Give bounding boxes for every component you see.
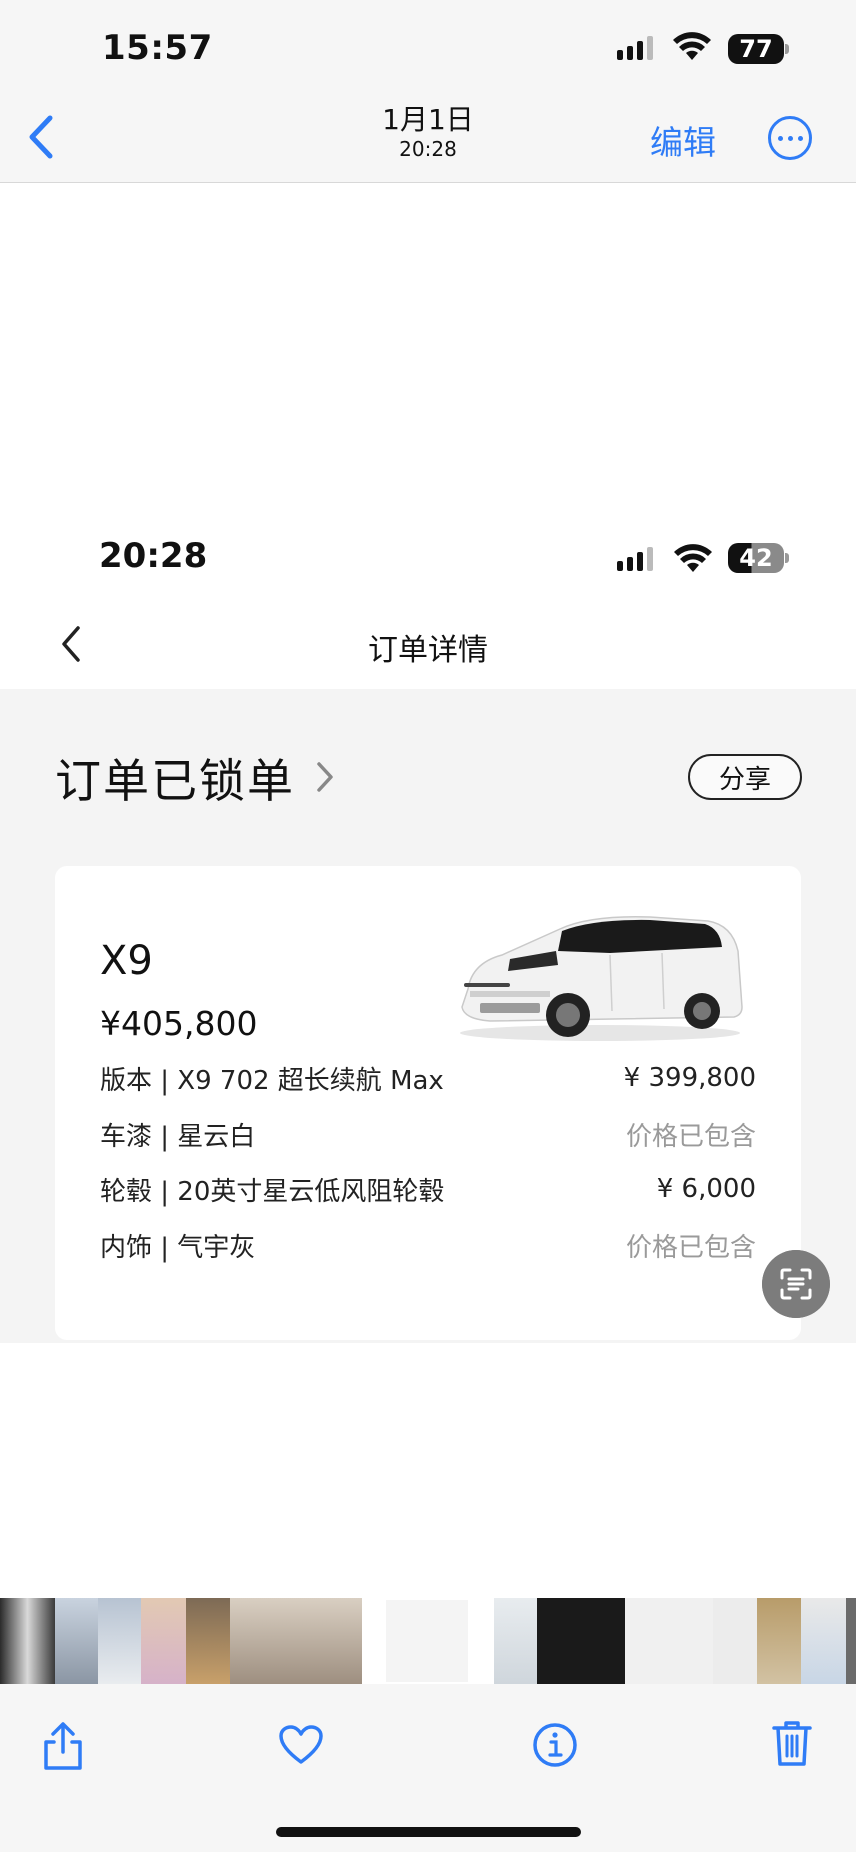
screenshot-status-time: 20:28 — [99, 536, 208, 576]
order-status-heading[interactable]: 订单已锁单 — [55, 745, 295, 811]
status-time: 15:57 — [102, 28, 213, 68]
spec-row-wheels: 轮毂 | 20英寸星云低风阻轮毂 ¥ 6,000 — [100, 1169, 756, 1209]
back-chevron-icon[interactable] — [22, 112, 58, 162]
car-model-name: X9 — [100, 938, 153, 984]
screenshot-battery-icon: 42 — [728, 543, 784, 573]
photo-time: 20:28 — [399, 137, 457, 161]
spec-label: 版本 | X9 702 超长续航 Max — [100, 1065, 444, 1096]
battery-tip — [785, 44, 789, 54]
thumbnail[interactable] — [537, 1598, 581, 1684]
photo-thumbnail-strip[interactable] — [0, 1598, 856, 1684]
info-icon[interactable] — [532, 1722, 578, 1768]
battery-icon: 77 — [728, 34, 784, 64]
photos-top-bar: 15:57 77 1月1日 20:28 编辑 — [0, 0, 856, 183]
spec-label: 车漆 | 星云白 — [100, 1121, 256, 1152]
chevron-right-icon[interactable] — [314, 760, 336, 794]
screenshot-wifi-icon — [674, 544, 712, 572]
spec-label: 内饰 | 气宇灰 — [100, 1232, 256, 1263]
thumbnail[interactable] — [757, 1598, 801, 1684]
thumbnail-current[interactable] — [384, 1598, 470, 1684]
car-total-price: ¥405,800 — [100, 1004, 258, 1043]
order-card: X9 ¥405,800 版本 | X9 702 超长续航 Max ¥ 399,8… — [55, 866, 801, 1340]
thumbnail[interactable] — [186, 1598, 230, 1684]
thumbnail[interactable] — [141, 1598, 186, 1684]
heart-icon[interactable] — [278, 1724, 324, 1766]
thumbnail[interactable] — [318, 1598, 362, 1684]
spec-value: ¥ 399,800 — [623, 1063, 756, 1093]
share-button[interactable]: 分享 — [688, 754, 802, 800]
thumbnail[interactable] — [669, 1598, 713, 1684]
thumbnail[interactable] — [625, 1598, 669, 1684]
photo-date: 1月1日 — [382, 103, 474, 136]
signal-icon — [617, 36, 653, 60]
spec-value: ¥ 6,000 — [656, 1174, 756, 1204]
thumbnail[interactable] — [55, 1598, 98, 1684]
spec-row-version: 版本 | X9 702 超长续航 Max ¥ 399,800 — [100, 1058, 756, 1098]
photo-date-title: 1月1日 20:28 — [328, 103, 528, 161]
thumbnail[interactable] — [581, 1598, 625, 1684]
spec-row-paint: 车漆 | 星云白 价格已包含 — [100, 1114, 756, 1154]
thumbnail[interactable] — [0, 1598, 55, 1684]
thumbnail[interactable] — [846, 1598, 856, 1684]
screenshot-battery-tip — [785, 553, 789, 563]
battery-level: 77 — [739, 35, 773, 63]
screenshot-battery-level: 42 — [739, 544, 773, 572]
wifi-icon — [673, 32, 711, 60]
thumbnail[interactable] — [98, 1598, 141, 1684]
order-detail-title: 订单详情 — [368, 633, 488, 668]
thumbnail[interactable] — [713, 1598, 757, 1684]
edit-button[interactable]: 编辑 — [650, 116, 716, 164]
screenshot-signal-icon — [617, 547, 653, 571]
thumbnail[interactable] — [230, 1598, 274, 1684]
text-scan-icon[interactable] — [762, 1250, 830, 1318]
screenshot-back-chevron-icon[interactable] — [56, 622, 86, 666]
thumbnail[interactable] — [274, 1598, 318, 1684]
trash-icon[interactable] — [770, 1718, 814, 1768]
more-icon[interactable] — [768, 116, 812, 160]
thumbnail[interactable] — [801, 1598, 846, 1684]
spec-value: 价格已包含 — [625, 1121, 756, 1152]
share-icon[interactable] — [40, 1720, 86, 1772]
spec-label: 轮毂 | 20英寸星云低风阻轮毂 — [100, 1176, 445, 1207]
home-indicator[interactable] — [276, 1827, 581, 1837]
thumbnail[interactable] — [494, 1598, 537, 1684]
spec-value: 价格已包含 — [625, 1232, 756, 1263]
car-image — [460, 916, 743, 1041]
spec-row-interior: 内饰 | 气宇灰 价格已包含 — [100, 1225, 756, 1265]
